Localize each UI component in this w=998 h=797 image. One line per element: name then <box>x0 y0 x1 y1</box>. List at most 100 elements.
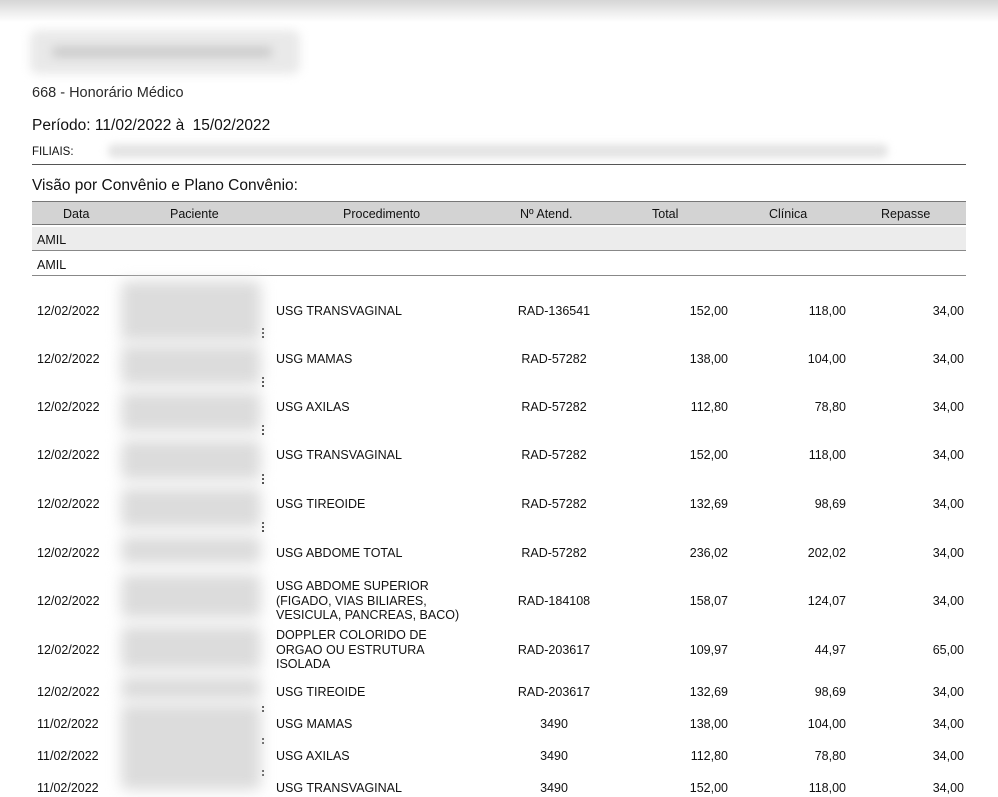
procedimento-line: USG MAMAS <box>276 352 353 366</box>
header-repasse: Repasse <box>881 207 931 221</box>
procedimento-line: USG ABDOME TOTAL <box>276 546 403 560</box>
redacted-patient-block <box>121 676 261 700</box>
redacted-patient-block <box>121 488 261 528</box>
row-atendimento: 3490 <box>540 781 568 795</box>
row-atendimento: RAD-57282 <box>521 448 587 462</box>
procedimento-line: ISOLADA <box>276 657 331 672</box>
row-atendimento: RAD-57282 <box>521 497 587 511</box>
procedimento-line: ORGAO OU ESTRUTURA <box>276 642 425 657</box>
row-clinica: 202,02 <box>807 546 846 560</box>
redaction-edge-mark <box>262 377 264 387</box>
row-total: 152,00 <box>689 781 728 795</box>
row-date: 12/02/2022 <box>37 400 100 414</box>
row-clinica: 124,07 <box>807 594 846 608</box>
row-atendimento: 3490 <box>540 717 568 731</box>
redacted-filiais <box>108 144 888 158</box>
row-total: 158,07 <box>689 594 728 608</box>
row-date: 11/02/2022 <box>37 749 99 763</box>
row-atendimento: RAD-203617 <box>517 643 591 657</box>
row-date: 12/02/2022 <box>37 546 100 560</box>
procedimento-line: USG AXILAS <box>276 749 350 763</box>
redaction-edge-mark <box>262 474 264 484</box>
row-clinica: 118,00 <box>808 781 846 795</box>
row-clinica: 104,00 <box>807 717 846 731</box>
plano-group-row: AMIL <box>32 252 966 276</box>
table-header: Data Paciente Procedimento Nº Atend. Tot… <box>32 201 966 225</box>
plano-name: AMIL <box>37 258 67 272</box>
row-clinica: 44,97 <box>814 643 846 657</box>
row-repasse: 34,00 <box>932 400 964 414</box>
redacted-company-name <box>30 30 300 74</box>
row-date: 12/02/2022 <box>37 497 100 511</box>
row-atendimento: RAD-136541 <box>517 304 591 318</box>
report-period: Período: 11/02/2022 à 15/02/2022 <box>32 117 270 135</box>
redaction-edge-mark <box>262 706 264 714</box>
row-atendimento: RAD-203617 <box>517 685 591 699</box>
procedimento-line: USG AXILAS <box>276 400 350 414</box>
row-clinica: 98,69 <box>814 685 846 699</box>
row-procedimento: USG AXILAS <box>276 749 350 764</box>
row-total: 112,80 <box>690 749 728 763</box>
row-total: 138,00 <box>689 352 728 366</box>
row-repasse: 34,00 <box>932 685 964 699</box>
row-atendimento: RAD-57282 <box>521 352 587 366</box>
row-clinica: 118,00 <box>808 304 846 318</box>
procedimento-line: USG TIREOIDE <box>276 497 366 511</box>
row-atendimento: 3490 <box>540 749 568 763</box>
period-start: 11/02/2022 <box>94 117 172 134</box>
header-data: Data <box>63 207 90 221</box>
procedimento-line: USG TRANSVAGINAL <box>276 448 402 462</box>
row-repasse: 34,00 <box>932 594 964 608</box>
row-total: 138,00 <box>689 717 728 731</box>
row-procedimento: USG TRANSVAGINAL <box>276 448 402 463</box>
row-total: 109,97 <box>689 643 728 657</box>
row-total: 132,69 <box>689 497 728 511</box>
header-atendimento: Nº Atend. <box>520 207 573 221</box>
period-label: Período: <box>32 117 91 134</box>
row-procedimento: USG AXILAS <box>276 400 350 415</box>
report-code-title: 668 - Honorário Médico <box>32 85 184 101</box>
row-total: 132,69 <box>689 685 728 699</box>
row-procedimento: USG MAMAS <box>276 717 352 732</box>
convenio-name: AMIL <box>37 233 67 247</box>
row-repasse: 34,00 <box>932 304 964 318</box>
row-procedimento: USG TRANSVAGINAL <box>276 304 402 319</box>
redacted-patient-block <box>121 345 261 385</box>
row-total: 152,00 <box>689 448 728 462</box>
row-total: 152,00 <box>689 304 728 318</box>
row-date: 11/02/2022 <box>37 781 99 795</box>
redaction-edge-mark <box>262 425 264 435</box>
row-date: 12/02/2022 <box>37 643 100 657</box>
row-atendimento: RAD-57282 <box>521 546 587 560</box>
row-total: 112,80 <box>690 400 728 414</box>
row-date: 11/02/2022 <box>37 717 99 731</box>
viewer-top-shadow <box>0 0 998 22</box>
procedimento-line: (FIGADO, VIAS BILIARES, <box>276 593 427 608</box>
row-date: 12/02/2022 <box>37 352 100 366</box>
row-repasse: 34,00 <box>932 749 964 763</box>
row-repasse: 65,00 <box>932 643 964 657</box>
redaction-edge-mark <box>262 770 264 778</box>
filiais-label: FILIAIS: <box>32 146 74 158</box>
procedimento-line: USG ABDOME SUPERIOR <box>276 579 429 594</box>
header-procedimento: Procedimento <box>343 207 421 221</box>
procedimento-line: VESICULA, PANCREAS, BACO) <box>276 608 460 623</box>
header-paciente: Paciente <box>170 207 219 221</box>
row-repasse: 34,00 <box>932 546 964 560</box>
row-clinica: 78,80 <box>814 400 846 414</box>
procedimento-line: USG MAMAS <box>276 717 353 731</box>
row-atendimento: RAD-57282 <box>521 400 587 414</box>
procedimento-line: USG TIREOIDE <box>276 685 366 699</box>
row-clinica: 78,80 <box>814 749 846 763</box>
row-procedimento: USG ABDOME SUPERIOR (FIGADO, VIAS BILIARE… <box>276 579 459 623</box>
row-clinica: 104,00 <box>807 352 846 366</box>
redacted-patient-block <box>121 392 261 432</box>
section-title: Visão por Convênio e Plano Convênio: <box>32 177 298 194</box>
row-repasse: 34,00 <box>932 497 964 511</box>
convenio-group-row: AMIL <box>32 227 966 251</box>
redacted-patient-block <box>121 626 261 670</box>
redaction-edge-mark <box>262 328 264 338</box>
redacted-patient-block <box>121 704 261 790</box>
header-total: Total <box>652 207 679 221</box>
row-procedimento: DOPPLER COLORIDO DE ORGAO OU ESTRUTURA ISO… <box>276 628 427 672</box>
